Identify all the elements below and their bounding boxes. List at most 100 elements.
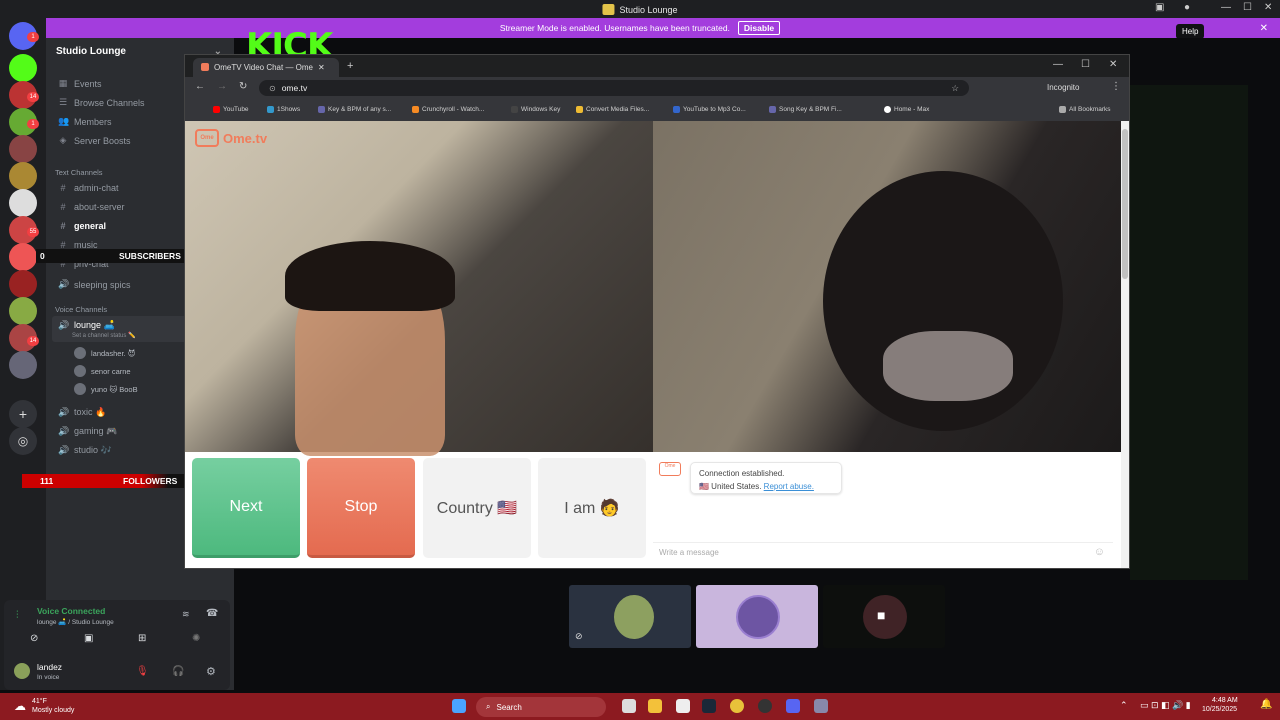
text-channels-header[interactable]: Text Channels <box>55 168 103 177</box>
file-explorer-icon[interactable] <box>648 699 662 713</box>
steam-icon[interactable] <box>702 699 716 713</box>
menu-icon[interactable]: ⋮ <box>1111 81 1121 92</box>
voice-status[interactable]: Voice Connected <box>37 606 105 616</box>
back-icon[interactable]: ← <box>195 81 205 92</box>
bookmark-convert-media[interactable]: Convert Media Files... <box>576 106 649 113</box>
menu-events[interactable]: ▦ Events <box>58 78 102 89</box>
channel-admin-chat[interactable]: # admin-chat <box>58 183 118 193</box>
menu-server-boosts[interactable]: ◈ Server Boosts <box>58 135 131 146</box>
calculator-icon[interactable] <box>676 699 690 713</box>
channel-about-server[interactable]: # about-server <box>58 202 124 212</box>
bookmark-youtube[interactable]: YouTube <box>213 106 249 113</box>
server-kick[interactable] <box>9 54 37 82</box>
bookmark-windows-key[interactable]: Windows Key <box>511 106 560 113</box>
incognito-label[interactable]: Incognito <box>1047 83 1079 92</box>
site-info-icon[interactable]: ⊙ <box>269 84 276 93</box>
chrome-icon[interactable] <box>730 699 744 713</box>
avatar[interactable] <box>14 663 30 679</box>
bookmark-crunchyroll[interactable]: Crunchyroll - Watch... <box>412 106 484 113</box>
forward-icon[interactable]: → <box>217 81 227 92</box>
close-banner-icon[interactable]: ✕ <box>1260 23 1268 34</box>
explore-icon[interactable]: ◎ <box>9 427 37 455</box>
task-view-icon[interactable] <box>622 699 636 713</box>
mute-icon[interactable]: 🎙 <box>136 666 149 677</box>
activities-icon[interactable]: ⊞ <box>138 633 146 644</box>
voice-channel-toxic[interactable]: 🔊 toxic 🔥 <box>58 407 106 418</box>
settings-gear-icon[interactable]: ⚙ <box>206 665 216 678</box>
voice-user[interactable]: yuno 🐱 BooB <box>74 383 138 395</box>
tray-chevron-icon[interactable]: ⌃ <box>1120 700 1128 711</box>
voice-channel-path[interactable]: lounge 🛋️ / Studio Lounge <box>37 618 114 626</box>
menu-browse-channels[interactable]: ☰ Browse Channels <box>58 97 145 108</box>
server-icon-8[interactable] <box>9 270 37 298</box>
soundboard-icon[interactable]: ✺ <box>192 633 200 644</box>
voice-channel-gaming[interactable]: 🔊 gaming 🎮 <box>58 426 117 437</box>
server-icon-7[interactable] <box>9 243 37 271</box>
server-icon-5[interactable] <box>9 189 37 217</box>
close-tab-icon[interactable]: ✕ <box>318 63 325 72</box>
noise-suppression-icon[interactable]: ≋ <box>182 609 190 620</box>
add-server-icon[interactable]: + <box>9 400 37 428</box>
server-icon-11[interactable] <box>9 351 37 379</box>
stop-button[interactable]: Stop <box>307 458 415 558</box>
signal-icon[interactable]: ⫶ <box>16 610 19 621</box>
settings-icon[interactable] <box>814 699 828 713</box>
deafen-icon[interactable]: 🎧 <box>172 666 184 677</box>
clock-time[interactable]: 4:48 AM <box>1212 697 1238 704</box>
voice-participant-tile[interactable]: ⊘ <box>569 585 691 648</box>
maximize-button[interactable]: ☐ <box>1243 2 1252 13</box>
notification-bell-icon[interactable]: 🔔 <box>1260 699 1272 710</box>
clock-date[interactable]: 10/25/2025 <box>1202 706 1237 713</box>
taskbar-search[interactable]: ⌕ Search <box>476 697 606 717</box>
bookmark-home-max[interactable]: Home - Max <box>884 106 929 113</box>
voice-channels-header[interactable]: Voice Channels <box>55 305 107 314</box>
bookmark-youtube-mp3[interactable]: YouTube to Mp3 Co... <box>673 106 746 113</box>
weather-temp[interactable]: 41°F <box>32 698 47 705</box>
channel-status[interactable]: Set a channel status ✏️ <box>72 332 136 339</box>
next-button[interactable]: Next <box>192 458 300 558</box>
voice-user[interactable]: landasher. 😈 <box>74 347 136 359</box>
channel-sleeping-spics[interactable]: 🔊 sleeping spics <box>58 279 131 290</box>
voice-participant-tile[interactable]: ■ <box>823 585 945 648</box>
server-icon-3[interactable] <box>9 135 37 163</box>
screen-share-icon[interactable]: ▣ <box>84 633 93 644</box>
close-button[interactable]: ✕ <box>1109 59 1117 70</box>
emoji-icon[interactable]: ☺ <box>1094 546 1105 558</box>
username[interactable]: landez <box>37 662 62 672</box>
voice-channel-lounge-label[interactable]: 🔊 lounge 🛋️ <box>58 320 115 331</box>
disable-streamer-mode-button[interactable]: Disable <box>737 21 781 35</box>
discord-icon[interactable] <box>786 699 800 713</box>
tray-icons[interactable]: ▭ ⊡ ◧ 🔊 ▮ <box>1140 700 1191 711</box>
country-button[interactable]: Country 🇺🇸 <box>423 458 531 558</box>
gender-button[interactable]: I am 🧑 <box>538 458 646 558</box>
menu-members[interactable]: 👥 Members <box>58 116 112 127</box>
inbox-icon[interactable]: ▣ <box>1155 2 1164 13</box>
disconnect-icon[interactable]: ☎ <box>206 608 218 619</box>
tab-ometv[interactable]: OmeTV Video Chat — Ome ✕ <box>193 58 339 77</box>
server-icon-4[interactable] <box>9 162 37 190</box>
minimize-button[interactable]: — <box>1221 2 1231 13</box>
new-tab-button[interactable]: + <box>347 60 353 72</box>
minimize-button[interactable]: — <box>1053 59 1063 70</box>
scrollbar-thumb[interactable] <box>1122 129 1128 279</box>
channel-general[interactable]: # general <box>58 221 106 231</box>
chat-input[interactable]: Write a message ☺ <box>653 542 1113 564</box>
weather-icon[interactable]: ☁ <box>14 699 26 713</box>
all-bookmarks[interactable]: All Bookmarks <box>1059 106 1111 113</box>
bookmark-song-key[interactable]: Song Key & BPM Fi... <box>769 106 842 113</box>
bookmark-key-bpm[interactable]: Key & BPM of any s... <box>318 106 391 113</box>
maximize-button[interactable]: ☐ <box>1081 59 1090 70</box>
bookmark-1shows[interactable]: 1Shows <box>267 106 300 113</box>
help-icon[interactable]: ● <box>1184 2 1190 13</box>
bookmark-star-icon[interactable]: ☆ <box>951 83 959 94</box>
voice-channel-studio[interactable]: 🔊 studio 🎶 <box>58 445 112 456</box>
camera-off-icon[interactable]: ⊘ <box>30 633 38 644</box>
obs-icon[interactable] <box>758 699 772 713</box>
scrollbar[interactable] <box>1121 121 1129 568</box>
voice-participant-tile[interactable] <box>696 585 818 648</box>
address-bar[interactable]: ⊙ ome.tv ☆ <box>259 80 969 96</box>
voice-user[interactable]: senor carne <box>74 365 131 377</box>
close-button[interactable]: ✕ <box>1264 2 1272 13</box>
report-abuse-link[interactable]: Report abuse. <box>764 482 814 491</box>
weather-desc[interactable]: Mostly cloudy <box>32 707 74 714</box>
